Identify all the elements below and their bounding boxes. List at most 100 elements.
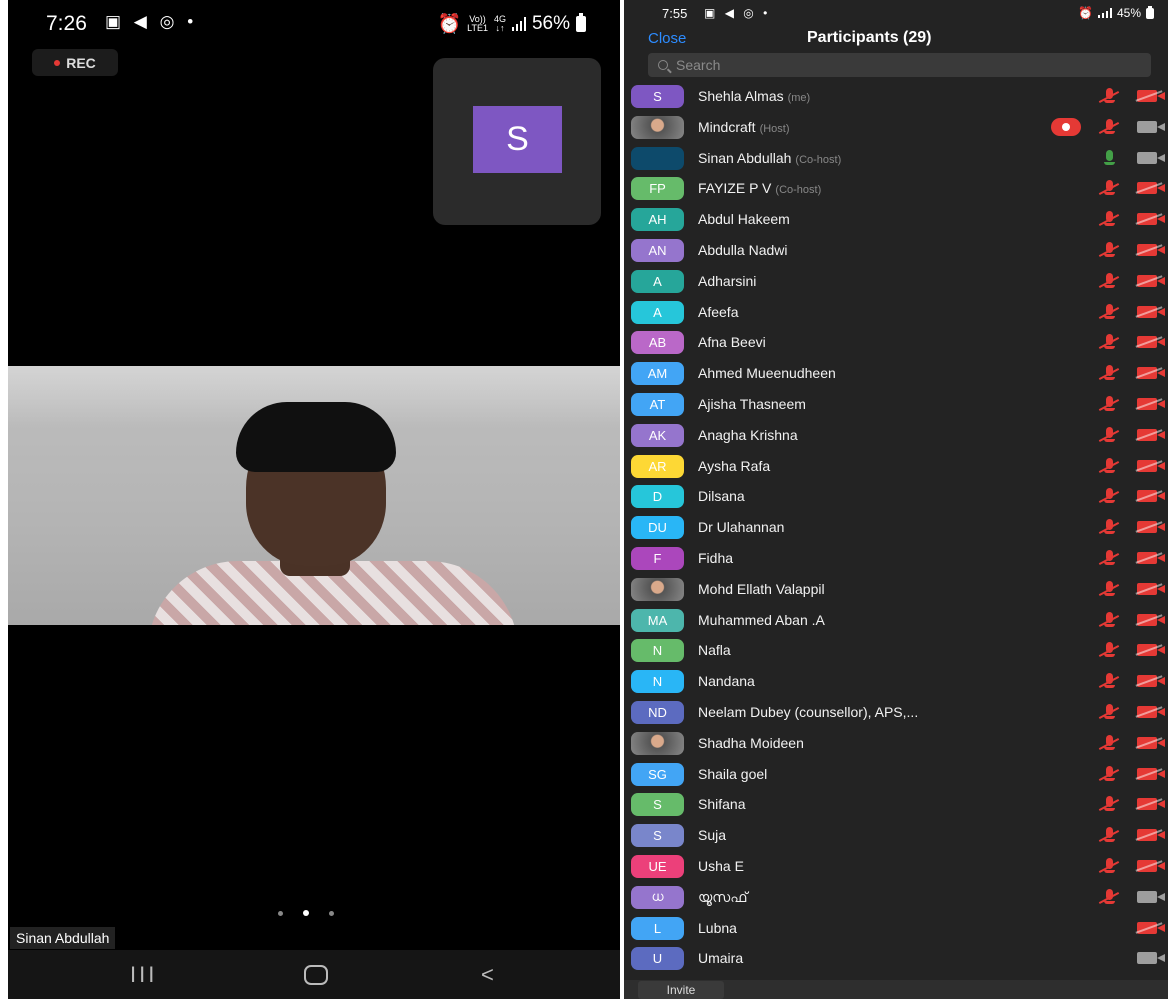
- close-button[interactable]: Close: [648, 30, 686, 47]
- participant-row[interactable]: AH Abdul Hakeem: [624, 204, 1168, 235]
- participant-avatar: AK: [631, 423, 684, 447]
- participant-name-wrap: Fidha: [698, 550, 733, 566]
- participant-name-wrap: Shaila goel: [698, 766, 767, 782]
- instagram-icon: ◎: [159, 12, 179, 31]
- participant-row[interactable]: SG Shaila goel: [624, 759, 1168, 790]
- participant-avatar: UE: [631, 854, 684, 878]
- participant-row[interactable]: DU Dr Ulahannan: [624, 512, 1168, 543]
- page-dot: [329, 910, 334, 916]
- participant-avatar: N: [631, 639, 684, 663]
- participant-row[interactable]: L Lubna: [624, 913, 1168, 944]
- mic-muted-icon: [1098, 765, 1120, 783]
- status-right: ⏰ Vo)) LTE1 4G ↓↑ 56%: [437, 12, 586, 36]
- participant-name-wrap: Abdul Hakeem: [698, 211, 790, 227]
- participant-avatar: FP: [631, 177, 684, 201]
- participant-avatar: AM: [631, 362, 684, 386]
- participants-list[interactable]: S Shehla Almas (me) Mindcraft (Host) Sinan Ab…: [624, 81, 1168, 974]
- participant-name: Adharsini: [698, 272, 757, 289]
- participant-row[interactable]: AR Aysha Rafa: [624, 451, 1168, 482]
- participant-avatar: [631, 115, 684, 139]
- active-speaker-video[interactable]: [8, 366, 620, 625]
- participant-name: Suja: [698, 827, 727, 844]
- search-bar[interactable]: [648, 53, 1151, 77]
- participant-name: Shadha Moideen: [698, 734, 804, 751]
- recording-icon: [1051, 117, 1081, 136]
- participant-name: Lubna: [698, 919, 737, 936]
- back-button[interactable]: <: [481, 962, 494, 988]
- recent-apps-button[interactable]: III: [130, 962, 157, 988]
- participant-name-wrap: Nandana: [698, 673, 755, 689]
- signal-icon: [511, 17, 526, 31]
- participant-row[interactable]: U Umaira: [624, 943, 1168, 974]
- android-nav-bar: III <: [8, 950, 620, 999]
- mic-muted-icon: [1098, 333, 1120, 351]
- participant-name: Ajisha Thasneem: [698, 395, 806, 412]
- participant-row[interactable]: Sinan Abdullah (Co-host): [624, 143, 1168, 174]
- participant-avatar: AB: [631, 331, 684, 355]
- participant-row[interactable]: FP FAYIZE P V (Co-host): [624, 173, 1168, 204]
- volte-indicator: Vo)) LTE1: [467, 14, 488, 33]
- notification-icons: ▣ ◀ ◎ •: [105, 12, 197, 32]
- search-input[interactable]: [676, 57, 1076, 73]
- participant-avatar: L: [631, 916, 684, 940]
- participant-row[interactable]: S Shifana: [624, 789, 1168, 820]
- participant-row[interactable]: AN Abdulla Nadwi: [624, 235, 1168, 266]
- participant-avatar: DU: [631, 516, 684, 540]
- search-icon: [658, 60, 668, 70]
- participant-name-wrap: Nafla: [698, 642, 731, 658]
- participant-row[interactable]: Mohd Ellath Valappil: [624, 574, 1168, 605]
- participant-avatar: [631, 577, 684, 601]
- battery-percent: 56%: [531, 13, 570, 34]
- mic-muted-icon: [1098, 426, 1120, 444]
- participant-row[interactable]: A Afeefa: [624, 297, 1168, 328]
- participant-name: Mindcraft: [698, 118, 756, 135]
- recording-indicator[interactable]: REC: [32, 49, 118, 76]
- mic-muted-icon: [1098, 118, 1120, 136]
- participant-row[interactable]: MA Muhammed Aban .A: [624, 605, 1168, 636]
- participant-row[interactable]: AT Ajisha Thasneem: [624, 389, 1168, 420]
- video-off-icon: [1135, 767, 1168, 780]
- home-button[interactable]: [304, 965, 328, 985]
- participant-avatar: D: [631, 485, 684, 509]
- participant-row[interactable]: UE Usha E: [624, 851, 1168, 882]
- participant-row[interactable]: A Adharsini: [624, 266, 1168, 297]
- participant-name-wrap: Shadha Moideen: [698, 735, 804, 751]
- participant-row[interactable]: Mindcraft (Host): [624, 112, 1168, 143]
- participant-avatar: A: [631, 300, 684, 324]
- participant-name-wrap: Usha E: [698, 858, 744, 874]
- meeting-video-screen: 7:26 ▣ ◀ ◎ • ⏰ Vo))LTE1 4G↓↑ 56% REC S: [8, 0, 620, 999]
- participant-row[interactable]: ND Neelam Dubey (counsellor), APS,...: [624, 697, 1168, 728]
- participant-row[interactable]: N Nandana: [624, 666, 1168, 697]
- invite-button[interactable]: Invite: [638, 981, 724, 999]
- participant-row[interactable]: S Suja: [624, 820, 1168, 851]
- page-dot-active: [303, 910, 309, 916]
- mic-muted-icon: [1098, 888, 1120, 906]
- status-time: 7:55: [662, 6, 688, 21]
- participant-row[interactable]: F Fidha: [624, 543, 1168, 574]
- participant-name: Sinan Abdullah: [698, 149, 792, 166]
- participant-row[interactable]: Shadha Moideen: [624, 728, 1168, 759]
- mic-muted-icon: [1098, 179, 1120, 197]
- mic-muted-icon: [1098, 672, 1120, 690]
- mic-muted-icon: [1098, 549, 1120, 567]
- battery-icon: [1146, 5, 1154, 19]
- self-video-thumbnail[interactable]: S: [433, 58, 601, 225]
- participant-row[interactable]: AM Ahmed Mueenudheen: [624, 358, 1168, 389]
- participant-row[interactable]: S Shehla Almas (me): [624, 81, 1168, 112]
- participant-row[interactable]: ധ യൂസഫ്: [624, 882, 1168, 913]
- video-off-icon: [1135, 798, 1168, 811]
- participant-name: Nandana: [698, 673, 755, 690]
- participant-role: (me): [787, 92, 811, 104]
- participant-avatar: N: [631, 670, 684, 694]
- page-indicator[interactable]: [278, 910, 334, 916]
- status-time: 7:26: [46, 12, 87, 35]
- participant-name: യൂസഫ്: [698, 888, 748, 905]
- participant-avatar: AT: [631, 392, 684, 416]
- telegram-icon: ◀: [724, 6, 737, 20]
- participant-row[interactable]: AK Anagha Krishna: [624, 420, 1168, 451]
- video-off-icon: [1135, 367, 1168, 380]
- video-off-icon: [1135, 182, 1168, 195]
- participant-row[interactable]: N Nafla: [624, 635, 1168, 666]
- participant-row[interactable]: D Dilsana: [624, 481, 1168, 512]
- participant-row[interactable]: AB Afna Beevi: [624, 327, 1168, 358]
